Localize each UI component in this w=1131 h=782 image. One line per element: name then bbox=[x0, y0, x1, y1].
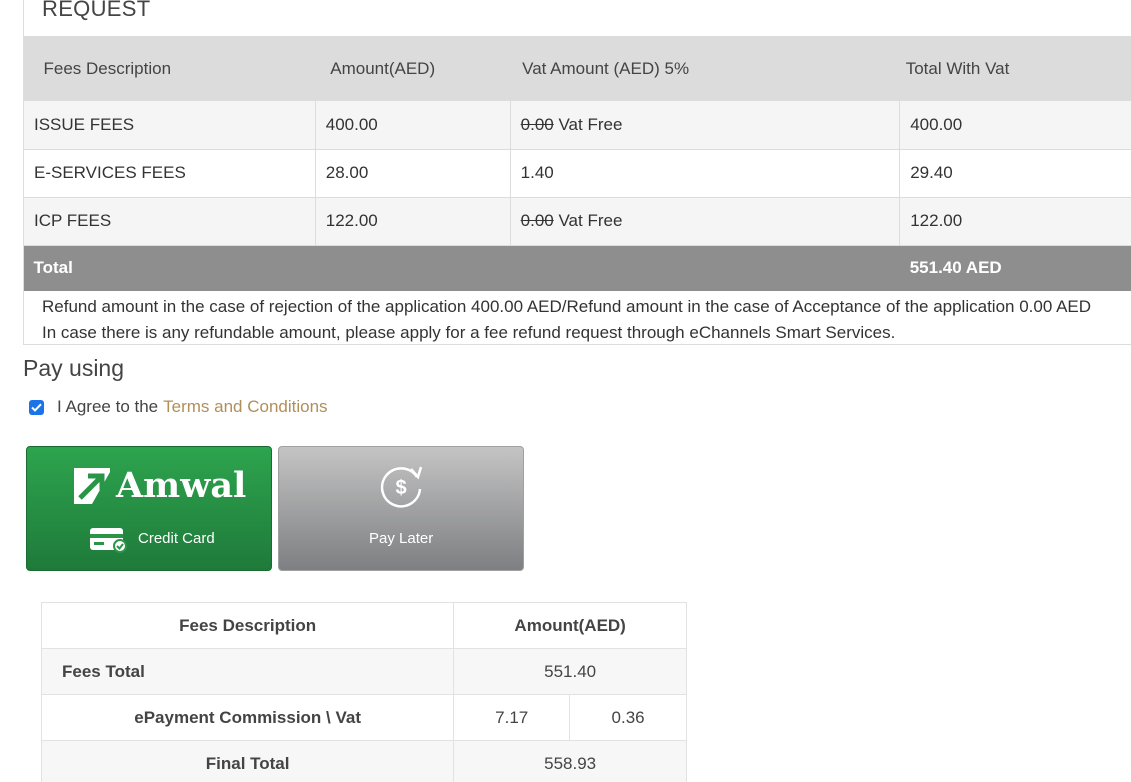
amwal-credit-card-button[interactable]: Amwal Credit Card bbox=[26, 446, 272, 571]
check-icon bbox=[31, 403, 42, 412]
vat-struck-value: 0.00 bbox=[520, 114, 554, 134]
request-title: REQUEST bbox=[42, 0, 151, 21]
header-fees-description: Fees Description bbox=[23, 36, 316, 101]
total-value: 551.40 AED bbox=[899, 245, 1131, 291]
table-row: E-SERVICES FEES 28.00 1.40 29.40 bbox=[23, 149, 1131, 198]
credit-card-label: Credit Card bbox=[138, 530, 215, 547]
fee-description: E-SERVICES FEES bbox=[23, 149, 316, 198]
request-fees-table: Fees Description Amount(AED) Vat Amount … bbox=[23, 36, 1131, 291]
vat-note: Vat Free bbox=[558, 211, 623, 230]
terms-agreement: I Agree to the Terms and Conditions bbox=[29, 397, 328, 417]
fee-total: 29.40 bbox=[899, 149, 1131, 198]
amwal-logo: Amwal bbox=[74, 465, 246, 506]
summary-header-row: Fees Description Amount(AED) bbox=[40, 602, 687, 649]
summary-row-final-total: Final Total 558.93 bbox=[40, 740, 687, 782]
terms-link[interactable]: Terms and Conditions bbox=[163, 397, 327, 417]
amwal-arrow-icon bbox=[74, 467, 110, 504]
summary-header-desc: Fees Description bbox=[40, 602, 455, 649]
fee-vat: 1.40 bbox=[509, 149, 901, 198]
total-row: Total 551.40 AED bbox=[23, 245, 1131, 291]
refund-line-1: Refund amount in the case of rejection o… bbox=[42, 297, 1092, 316]
pay-using-title: Pay using bbox=[23, 355, 125, 381]
summary-row-fees-total: Fees Total 551.40 bbox=[40, 648, 687, 695]
vat-struck-value: 0.00 bbox=[520, 211, 554, 230]
summary-row-commission: ePayment Commission \ Vat 7.17 0.36 bbox=[40, 694, 687, 741]
fee-total: 122.00 bbox=[899, 197, 1131, 246]
fee-amount: 28.00 bbox=[314, 149, 511, 198]
commission-value: 7.17 bbox=[453, 694, 571, 741]
refund-note: Refund amount in the case of rejection o… bbox=[42, 294, 1091, 346]
dollar-refresh-icon: $ bbox=[380, 466, 423, 508]
fee-total: 400.00 bbox=[899, 101, 1131, 150]
fee-vat: 0.00 Vat Free bbox=[509, 101, 901, 150]
fee-vat: 0.00 Vat Free bbox=[509, 197, 901, 246]
fee-amount: 122.00 bbox=[314, 197, 511, 246]
summary-header-amount: Amount(AED) bbox=[453, 602, 687, 649]
fees-total-label: Fees Total bbox=[40, 648, 455, 695]
fee-description: ISSUE FEES bbox=[23, 101, 316, 150]
agree-text: I Agree to the bbox=[57, 397, 159, 416]
refund-line-2: In case there is any refundable amount, … bbox=[42, 323, 896, 342]
total-label: Total bbox=[23, 245, 900, 291]
header-amount: Amount(AED) bbox=[315, 36, 511, 101]
fee-description: ICP FEES bbox=[23, 197, 316, 246]
agree-checkbox[interactable] bbox=[29, 399, 44, 415]
table-header-row: Fees Description Amount(AED) Vat Amount … bbox=[23, 36, 1131, 101]
final-total-value: 558.93 bbox=[453, 740, 687, 782]
svg-text:$: $ bbox=[395, 477, 406, 499]
final-total-label: Final Total bbox=[40, 740, 455, 782]
payment-summary-table: Fees Description Amount(AED) Fees Total … bbox=[40, 602, 687, 782]
credit-card-icon bbox=[90, 528, 127, 553]
commission-label: ePayment Commission \ Vat bbox=[40, 694, 455, 741]
header-vat-amount: Vat Amount (AED) 5% bbox=[510, 36, 900, 101]
table-row: ICP FEES 122.00 0.00 Vat Free 122.00 bbox=[23, 197, 1131, 246]
table-row: ISSUE FEES 400.00 0.00 Vat Free 400.00 bbox=[23, 101, 1131, 150]
fee-amount: 400.00 bbox=[314, 101, 511, 150]
pay-later-button[interactable]: $ Pay Later bbox=[278, 446, 524, 571]
commission-vat: 0.36 bbox=[569, 694, 687, 741]
header-total-with-vat: Total With Vat bbox=[899, 36, 1131, 101]
vat-note: Vat Free bbox=[558, 114, 623, 134]
amwal-brand: Amwal bbox=[116, 465, 247, 506]
fees-total-value: 551.40 bbox=[453, 648, 687, 695]
pay-later-label: Pay Later bbox=[369, 530, 434, 547]
